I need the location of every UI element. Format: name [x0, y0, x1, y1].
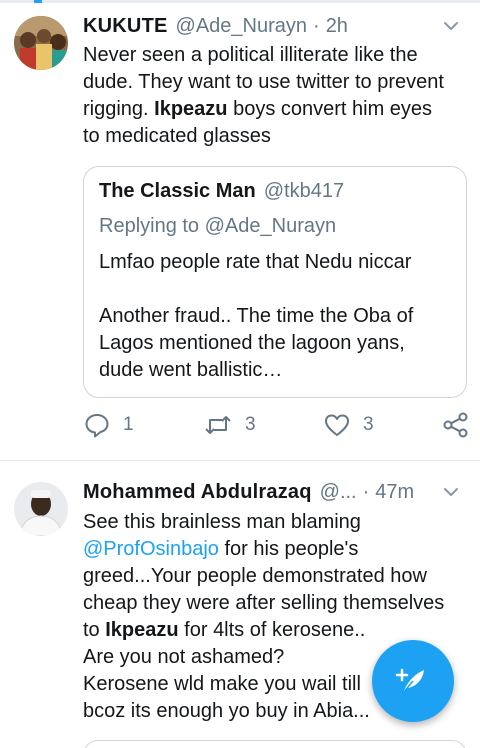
tweet[interactable]: KUKUTE @Ade_Nurayn · 2h Never seen a pol… — [0, 6, 480, 461]
heart-icon — [325, 414, 349, 436]
tweet-text-line: rigging. Ikpeazu boys convert him eyes — [83, 96, 466, 123]
quoted-display-name: The Classic Man — [99, 180, 256, 202]
user-handle[interactable]: @... — [320, 481, 357, 504]
tweet-text-line: @ProfOsinbajo for his people's — [83, 536, 466, 563]
avatar[interactable] — [14, 482, 68, 536]
avatar-image — [14, 482, 68, 536]
display-name[interactable]: Mohammed Abdulrazaq — [83, 481, 312, 504]
quoted-user-handle: @tkb417 — [263, 180, 345, 202]
avatar-image — [14, 16, 68, 70]
tweet-text-line: See this brainless man blaming — [83, 511, 361, 533]
retweet-icon — [205, 416, 231, 434]
reply-button[interactable]: 1 — [83, 411, 134, 439]
user-handle[interactable]: @Ade_Nurayn — [176, 15, 307, 38]
next-quoted-card-edge — [83, 740, 467, 748]
quoted-tweet-card[interactable]: The Classic Man @tkb417 Replying to @Ade_… — [83, 166, 467, 398]
reply-count: 1 — [123, 414, 134, 435]
quoted-text-line: Lagos mentioned the lagoon yans, — [99, 332, 405, 354]
text-segment: to — [83, 619, 106, 641]
tweet-text-line: cheap they were after selling themselves — [83, 592, 445, 614]
like-count: 3 — [363, 414, 374, 435]
text-segment: for his people's — [218, 538, 359, 560]
tweet-text-line: Never seen a political illiterate like t… — [83, 44, 418, 66]
bold-text: Ikpeazu — [154, 98, 228, 120]
separator-dot: · — [362, 480, 370, 503]
tweet-actions: 1 3 3 — [83, 411, 469, 441]
quoted-text-line: dude went ballistic… — [99, 359, 283, 381]
timestamp[interactable]: 2h — [326, 15, 348, 38]
retweet-count: 3 — [245, 414, 256, 435]
replying-to-label: Replying to @Ade_Nurayn — [99, 215, 337, 237]
quoted-text-line: Lmfao people rate that Nedu niccar — [99, 251, 412, 273]
display-name[interactable]: KUKUTE — [83, 15, 168, 38]
tweet-text: Never seen a political illiterate like t… — [83, 42, 466, 150]
text-segment: rigging. — [83, 98, 155, 120]
reply-icon — [85, 414, 109, 438]
chevron-down-icon[interactable] — [440, 15, 462, 37]
tweet-text-line: dude. They want to use twitter to preven… — [83, 71, 444, 93]
quoted-text-line: Another fraud.. The time the Oba of — [99, 305, 414, 327]
timestamp[interactable]: 47m — [375, 481, 414, 504]
chevron-down-icon[interactable] — [440, 481, 462, 503]
quoted-tweet-header: The Classic Man @tkb417 — [99, 180, 344, 203]
tab-indicator — [34, 0, 42, 3]
tweet-header: Mohammed Abdulrazaq @... · 47m — [83, 478, 462, 506]
text-segment: boys convert him eyes — [227, 98, 433, 120]
compose-tweet-icon — [395, 668, 424, 694]
tweet-text-line: to medicated glasses — [83, 125, 271, 147]
separator-dot: · — [313, 14, 320, 37]
text-segment: for 4lts of kerosene.. — [178, 619, 366, 641]
like-button[interactable]: 3 — [323, 411, 374, 439]
retweet-button[interactable]: 3 — [203, 411, 256, 439]
share-icon — [443, 412, 468, 438]
avatar[interactable] — [14, 16, 68, 70]
mention-link[interactable]: @ProfOsinbajo — [83, 538, 219, 560]
bold-text: Ikpeazu — [105, 619, 179, 641]
tweet-header: KUKUTE @Ade_Nurayn · 2h — [83, 12, 462, 40]
tweet-text-line: greed...Your people demonstrated how — [83, 565, 427, 587]
share-button[interactable] — [443, 411, 469, 439]
timeline-top-edge — [0, 0, 480, 3]
quoted-tweet-text: Lmfao people rate that Nedu niccar Anoth… — [99, 249, 454, 384]
compose-tweet-button[interactable] — [372, 640, 454, 722]
